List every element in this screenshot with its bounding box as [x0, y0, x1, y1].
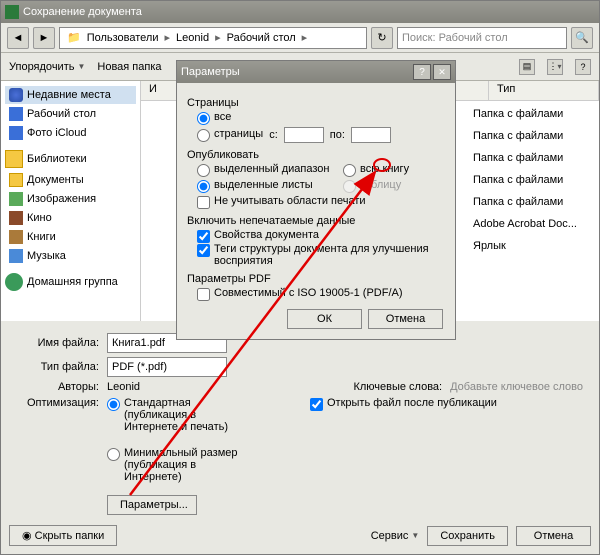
- folder-icon: [9, 173, 23, 187]
- cancel-button[interactable]: Отмена: [516, 526, 591, 546]
- save-form: Имя файла: Тип файла: Авторы: Leonid Клю…: [1, 321, 599, 527]
- new-folder-button[interactable]: Новая папка: [97, 61, 161, 73]
- sidebar-item-music[interactable]: Музыка: [5, 247, 136, 265]
- search-go-button[interactable]: 🔍: [571, 27, 593, 49]
- parameters-button[interactable]: Параметры...: [107, 495, 197, 515]
- breadcrumb-item[interactable]: Leonid: [173, 32, 212, 44]
- save-button[interactable]: Сохранить: [427, 526, 508, 546]
- popup-title: Параметры: [181, 66, 413, 78]
- address-bar: ◄ ► 📁 Пользователи▸ Leonid▸ Рабочий стол…: [1, 23, 599, 53]
- col-type[interactable]: Тип: [489, 81, 599, 100]
- search-input[interactable]: Поиск: Рабочий стол: [397, 27, 567, 49]
- refresh-button[interactable]: ↻: [371, 27, 393, 49]
- keywords-hint[interactable]: Добавьте ключевое слово: [450, 381, 583, 393]
- opt-standard-radio[interactable]: Стандартная (публикация в Интернете и пе…: [107, 397, 254, 433]
- filename-label: Имя файла:: [17, 337, 99, 349]
- sidebar-item-pictures[interactable]: Изображения: [5, 190, 136, 208]
- authors-value[interactable]: Leonid: [107, 381, 140, 393]
- pages-group: Страницы: [187, 97, 447, 109]
- desktop-icon: [9, 107, 23, 121]
- sidebar-item-books[interactable]: Книги: [5, 228, 136, 246]
- breadcrumb-item[interactable]: Рабочий стол: [224, 32, 299, 44]
- popup-ok-button[interactable]: ОК: [287, 309, 362, 329]
- pages-range-radio[interactable]: страницы: [197, 128, 263, 142]
- sidebar-item-video[interactable]: Кино: [5, 209, 136, 227]
- service-menu[interactable]: Сервис ▼: [371, 530, 420, 542]
- pub-range-radio[interactable]: выделенный диапазон: [197, 163, 337, 177]
- popup-help-button[interactable]: ?: [413, 64, 431, 80]
- iso-checkbox[interactable]: Совместимый с ISO 19005-1 (PDF/A): [197, 287, 447, 301]
- popup-close-button[interactable]: ✕: [433, 64, 451, 80]
- keywords-label: Ключевые слова:: [353, 381, 442, 393]
- breadcrumb-item[interactable]: Пользователи: [84, 32, 162, 44]
- excel-icon: [5, 5, 19, 19]
- list-item[interactable]: Папка с файлами: [469, 149, 599, 167]
- homegroup-icon: [5, 273, 23, 291]
- list-item[interactable]: Папка с файлами: [469, 193, 599, 211]
- sidebar-item-documents[interactable]: Документы: [5, 171, 136, 189]
- publish-group: Опубликовать: [187, 149, 447, 161]
- ignore-print-checkbox[interactable]: Не учитывать области печати: [197, 195, 447, 209]
- sidebar-homegroup[interactable]: Домашняя группа: [5, 271, 136, 293]
- to-label: по:: [330, 129, 345, 141]
- pub-table-radio[interactable]: таблицу: [343, 179, 401, 193]
- page-to-input[interactable]: [351, 127, 391, 143]
- filetype-label: Тип файла:: [17, 361, 99, 373]
- book-icon: [9, 230, 23, 244]
- optimization-label: Оптимизация:: [17, 397, 99, 409]
- doc-props-checkbox[interactable]: Свойства документа: [197, 229, 447, 243]
- pub-sheets-radio[interactable]: выделенные листы: [197, 179, 337, 193]
- page-from-input[interactable]: [284, 127, 324, 143]
- window-title: Сохранение документа: [23, 6, 595, 18]
- open-after-checkbox[interactable]: Открыть файл после публикации: [310, 397, 497, 411]
- file-list: Папка с файлами Папка с файлами Папка с …: [469, 101, 599, 259]
- breadcrumb[interactable]: 📁 Пользователи▸ Leonid▸ Рабочий стол▸: [59, 27, 367, 49]
- film-icon: [9, 211, 23, 225]
- forward-button[interactable]: ►: [33, 27, 55, 49]
- organize-menu[interactable]: Упорядочить▼: [9, 61, 85, 73]
- annotation-circle: [373, 158, 391, 172]
- music-icon: [9, 249, 23, 263]
- view-layout-icon[interactable]: ▤: [519, 59, 535, 75]
- star-icon: [9, 88, 23, 102]
- authors-label: Авторы:: [17, 381, 99, 393]
- view-options-icon[interactable]: ⋮▾: [547, 59, 563, 75]
- from-label: с:: [269, 129, 278, 141]
- sidebar-item-icloud[interactable]: Фото iCloud: [5, 124, 136, 142]
- list-item[interactable]: Папка с файлами: [469, 127, 599, 145]
- libraries-icon: [5, 150, 23, 168]
- struct-tags-checkbox[interactable]: Теги структуры документа для улучшения в…: [197, 243, 447, 267]
- opt-minimum-radio[interactable]: Минимальный размер (публикация в Интерне…: [107, 447, 254, 483]
- dialog-footer: ◉ Скрыть папки Сервис ▼ Сохранить Отмена: [9, 525, 591, 546]
- list-item[interactable]: Adobe Acrobat Doc...: [469, 215, 599, 233]
- sidebar: Недавние места Рабочий стол Фото iCloud …: [1, 81, 141, 321]
- help-icon[interactable]: ?: [575, 59, 591, 75]
- main-titlebar[interactable]: Сохранение документа: [1, 1, 599, 23]
- list-item[interactable]: Папка с файлами: [469, 171, 599, 189]
- pictures-icon: [9, 192, 23, 206]
- parameters-dialog: Параметры ? ✕ Страницы все страницы с: п…: [176, 60, 456, 340]
- list-item[interactable]: Ярлык: [469, 237, 599, 255]
- include-group: Включить непечатаемые данные: [187, 215, 447, 227]
- pdf-params-group: Параметры PDF: [187, 273, 447, 285]
- popup-titlebar[interactable]: Параметры ? ✕: [177, 61, 455, 83]
- back-button[interactable]: ◄: [7, 27, 29, 49]
- filetype-input[interactable]: [107, 357, 227, 377]
- hide-folders-button[interactable]: ◉ Скрыть папки: [9, 525, 117, 546]
- sidebar-item-desktop[interactable]: Рабочий стол: [5, 105, 136, 123]
- popup-cancel-button[interactable]: Отмена: [368, 309, 443, 329]
- icloud-icon: [9, 126, 23, 140]
- pages-all-radio[interactable]: все: [197, 111, 447, 125]
- sidebar-item-recent[interactable]: Недавние места: [5, 86, 136, 104]
- sidebar-libraries-header[interactable]: Библиотеки: [5, 148, 136, 170]
- list-item[interactable]: Папка с файлами: [469, 105, 599, 123]
